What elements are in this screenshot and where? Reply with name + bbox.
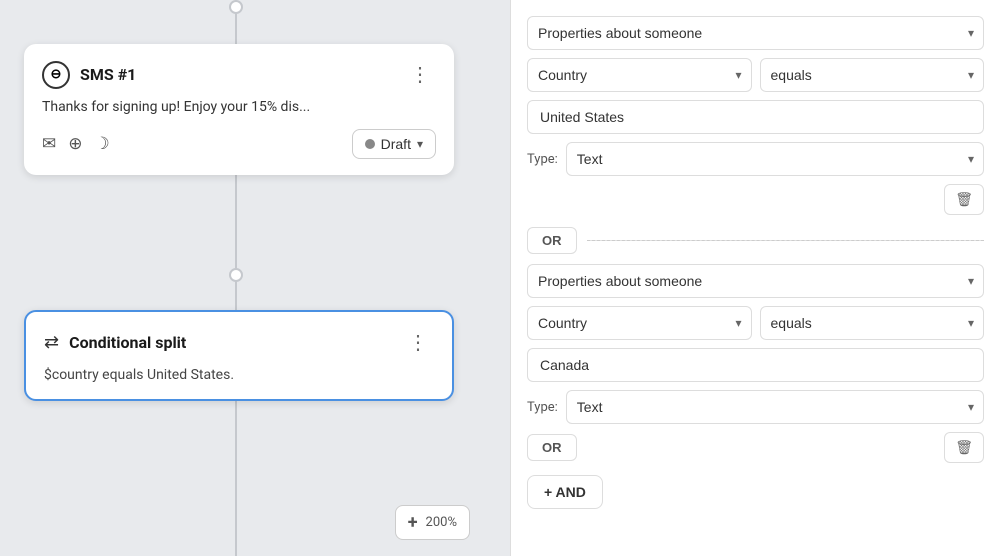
type-select-1[interactable]: Text — [566, 142, 984, 176]
country-operator-row-2: Country equals — [527, 306, 984, 340]
type-select-wrapper-2: Text — [566, 390, 984, 424]
delete-button-2[interactable]: 🗑 — [944, 432, 984, 463]
zoom-badge: + 200% — [395, 505, 470, 540]
country-select-1[interactable]: Country — [527, 58, 752, 92]
operator-select-2[interactable]: equals — [760, 306, 985, 340]
properties-select-wrapper-1: Properties about someone — [527, 16, 984, 50]
country-select-2[interactable]: Country — [527, 306, 752, 340]
conditional-card-header: ⇄ Conditional split ⋮ — [44, 328, 434, 357]
type-row-2: Type: Text — [527, 390, 984, 424]
properties-select-wrapper-2: Properties about someone — [527, 264, 984, 298]
attachment-icon-btn[interactable]: ⊕ — [68, 134, 82, 154]
right-panel: Properties about someone Country equals … — [510, 0, 1000, 556]
sms-card-header: ⊖ SMS #1 ⋮ — [42, 60, 436, 89]
or-separator-1: OR — [527, 227, 984, 254]
type-label-1: Type: — [527, 152, 558, 167]
properties-row-2: Properties about someone — [527, 264, 984, 298]
country-select-wrapper-1: Country — [527, 58, 752, 92]
moon-icon-btn[interactable]: ☽ — [95, 134, 110, 154]
conditional-split-card: ⇄ Conditional split ⋮ $country equals Un… — [24, 310, 454, 401]
type-select-wrapper-1: Text — [566, 142, 984, 176]
value-input-2[interactable] — [527, 348, 984, 382]
conditional-card-title: Conditional split — [69, 333, 186, 352]
delete-button-1[interactable]: 🗑 — [944, 184, 984, 215]
or-delete-row: OR 🗑 — [527, 432, 984, 463]
country-select-wrapper-2: Country — [527, 306, 752, 340]
draft-chevron-icon: ▾ — [417, 137, 423, 151]
sms-title-row: ⊖ SMS #1 — [42, 61, 136, 89]
sms-action-icons: ✉ ⊕ ☽ — [42, 134, 110, 154]
or-line-1 — [587, 240, 985, 241]
zoom-plus-icon[interactable]: + — [408, 512, 418, 533]
sms-message: Thanks for signing up! Enjoy your 15% di… — [42, 99, 436, 115]
type-select-2[interactable]: Text — [566, 390, 984, 424]
operator-select-1[interactable]: equals — [760, 58, 985, 92]
sms-icon: ⊖ — [42, 61, 70, 89]
type-label-2: Type: — [527, 400, 558, 415]
flow-dot-mid — [229, 268, 243, 282]
draft-button[interactable]: Draft ▾ — [352, 129, 436, 159]
delete-row-1: 🗑 — [527, 184, 984, 215]
sms-card-footer: ✉ ⊕ ☽ Draft ▾ — [42, 129, 436, 159]
operator-select-wrapper-2: equals — [760, 306, 985, 340]
value-input-1[interactable] — [527, 100, 984, 134]
country-operator-row-1: Country equals — [527, 58, 984, 92]
conditional-title-row: ⇄ Conditional split — [44, 332, 186, 353]
or-button-1[interactable]: OR — [527, 227, 577, 254]
draft-status-dot — [365, 139, 375, 149]
left-panel: ⊖ SMS #1 ⋮ Thanks for signing up! Enjoy … — [0, 0, 510, 556]
conditional-more-button[interactable]: ⋮ — [402, 328, 434, 357]
properties-row-1: Properties about someone — [527, 16, 984, 50]
sms-more-button[interactable]: ⋮ — [404, 60, 436, 89]
sms-card: ⊖ SMS #1 ⋮ Thanks for signing up! Enjoy … — [24, 44, 454, 175]
operator-select-wrapper-1: equals — [760, 58, 985, 92]
draft-label: Draft — [381, 136, 411, 152]
zoom-level: 200% — [426, 515, 457, 530]
email-icon-btn[interactable]: ✉ — [42, 134, 56, 154]
properties-select-2[interactable]: Properties about someone — [527, 264, 984, 298]
flow-dot-top — [229, 0, 243, 14]
or-button-2[interactable]: OR — [527, 434, 577, 461]
sms-card-title: SMS #1 — [80, 65, 136, 84]
properties-select-1[interactable]: Properties about someone — [527, 16, 984, 50]
filter-section-2: Properties about someone Country equals … — [527, 264, 984, 463]
conditional-description: $country equals United States. — [44, 367, 434, 383]
and-button[interactable]: + AND — [527, 475, 603, 509]
filter-section-1: Properties about someone Country equals … — [527, 16, 984, 215]
type-row-1: Type: Text — [527, 142, 984, 176]
conditional-icon: ⇄ — [44, 332, 59, 353]
